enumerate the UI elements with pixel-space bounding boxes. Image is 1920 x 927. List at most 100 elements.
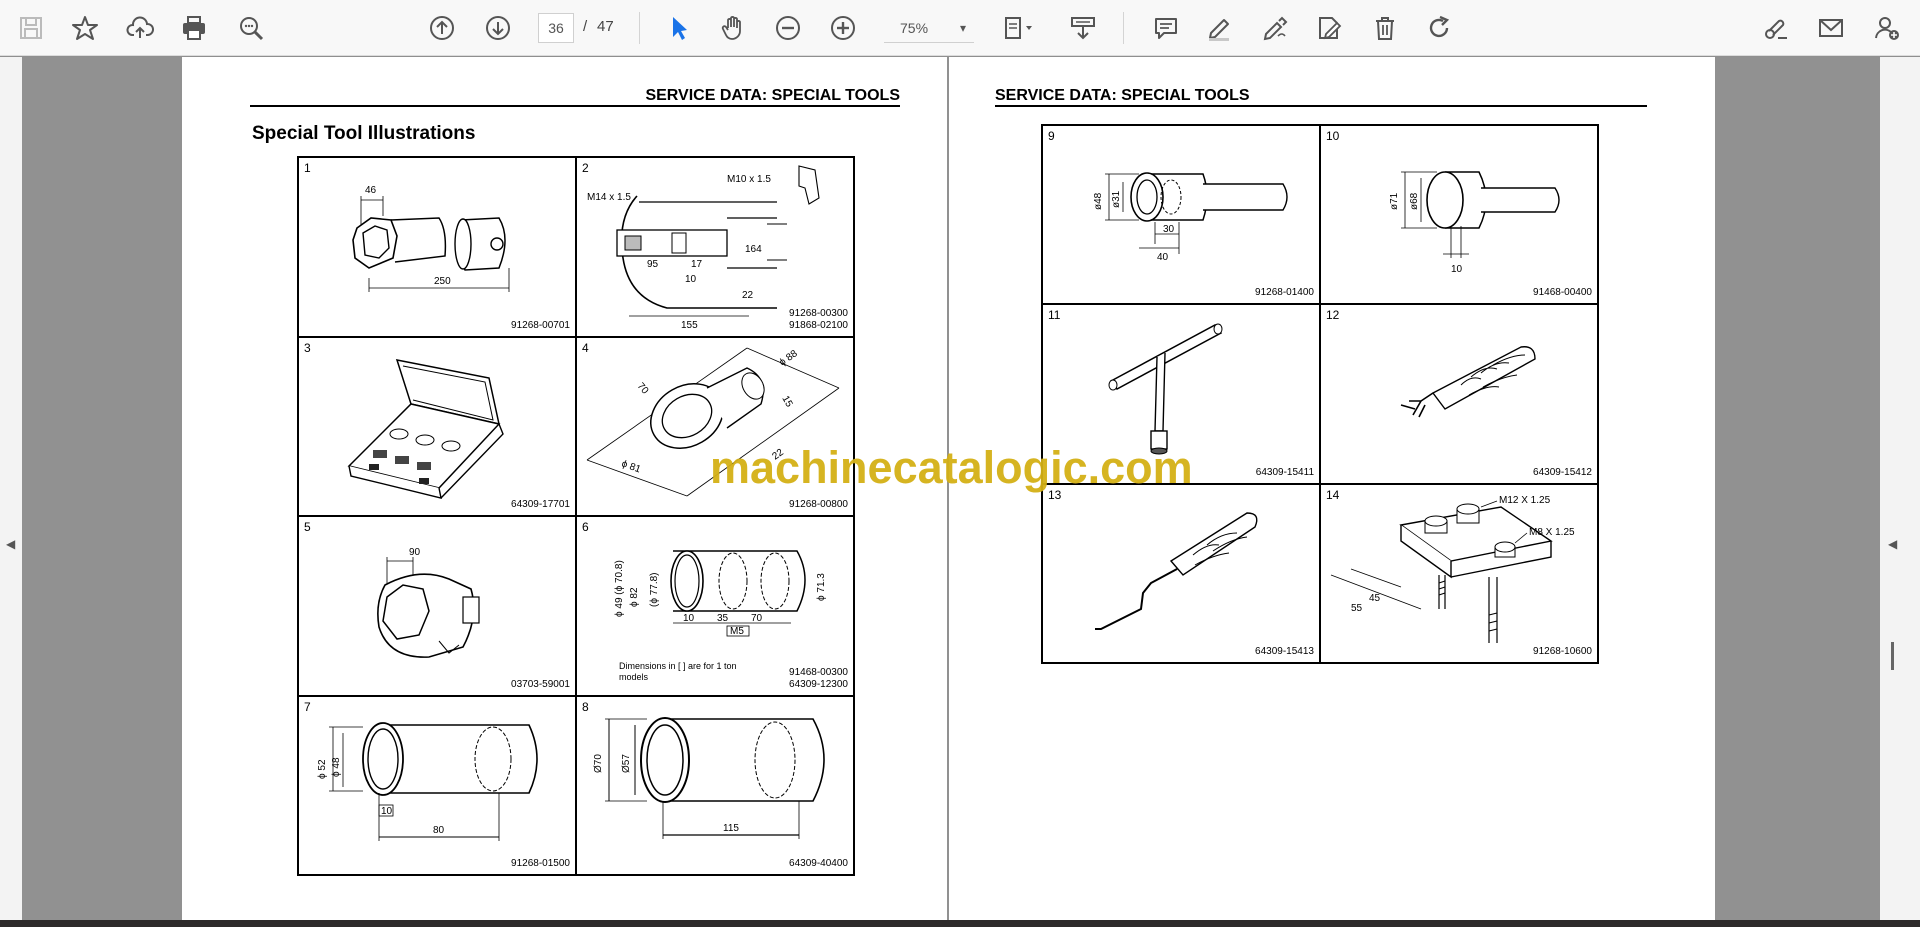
tool-drawing-bushing-driver: ø48 ø31 30 40	[1093, 172, 1288, 263]
dimension-label: 10	[381, 806, 393, 817]
part-number: 64309-15413	[1255, 645, 1314, 657]
dimension-label: 164	[745, 244, 762, 255]
dimension-label: 90	[409, 547, 421, 558]
draw-pen-icon[interactable]	[1255, 9, 1293, 47]
tool-cell: 3 64309-17701	[298, 336, 576, 516]
toolbar: 36 / 47 75% ▾	[0, 0, 1920, 56]
tool-drawing-holder-plate: M12 X 1.25 M8 X 1.25 45 55	[1330, 495, 1575, 643]
section-title: Special Tool Illustrations	[252, 123, 476, 144]
page-total: 47	[597, 18, 614, 35]
print-icon[interactable]	[175, 9, 213, 47]
upload-cloud-icon[interactable]	[121, 9, 159, 47]
dimension-label: 250	[434, 276, 451, 287]
highlight-pen-icon[interactable]	[1200, 9, 1238, 47]
dimension-label: ϕ 88	[777, 348, 800, 368]
scroll-mode-icon[interactable]	[1064, 9, 1102, 47]
dimension-label: M10 x 1.5	[727, 174, 771, 185]
save-icon[interactable]	[12, 9, 50, 47]
tool-cell: 9 ø48 ø31 30 40 91268-01400	[1042, 125, 1320, 305]
tool-cell: 13 64309-15413	[1042, 483, 1320, 663]
page-number-input[interactable]: 36	[538, 13, 574, 43]
tool-cell: 2 M10 x 1.5 M14 x 1.5 164 95 17 10 22 15…	[576, 157, 854, 337]
chevron-down-icon: ▾	[959, 21, 966, 35]
dimension-label: M14 x 1.5	[587, 192, 631, 203]
part-number: 91268-10600	[1533, 645, 1592, 657]
bottom-bar	[0, 920, 1920, 927]
tool-drawing-pick-tool	[1095, 511, 1258, 630]
redo-icon[interactable]	[1420, 9, 1458, 47]
toolbar-divider	[1123, 12, 1124, 44]
dimension-label: 45	[1369, 593, 1381, 604]
part-number: 03703-59001	[511, 678, 570, 690]
dimension-label: 115	[723, 823, 739, 834]
dimension-label: 70	[751, 613, 763, 624]
zoom-select[interactable]: 75% ▾	[884, 13, 974, 43]
scrollbar-thumb[interactable]	[1891, 642, 1894, 670]
dimension-label: ϕ 82	[629, 587, 640, 607]
part-number: 64309-15412	[1533, 466, 1592, 478]
dimension-label: 10	[1451, 264, 1463, 275]
dimension-label: 22	[742, 290, 754, 301]
part-number: 91268-01500	[511, 858, 570, 869]
dimension-label: ϕ 71.3	[816, 573, 827, 601]
dimension-label: 35	[717, 613, 729, 624]
dimension-label: ϕ 52	[317, 759, 328, 779]
dimension-label: 30	[1163, 224, 1175, 235]
expand-right-panel-icon[interactable]: ◀	[1888, 537, 1897, 551]
comment-icon[interactable]	[1147, 9, 1185, 47]
dimension-label: Ø70	[593, 753, 604, 772]
star-icon[interactable]	[66, 9, 104, 47]
page-header: SERVICE DATA: SPECIAL TOOLS	[645, 87, 900, 104]
tool-cell: 10 ø71 ø68 10 91468-00400	[1320, 125, 1598, 305]
page-fit-icon[interactable]	[996, 9, 1040, 47]
dimension-label: ø31	[1111, 190, 1122, 208]
link-sign-icon[interactable]	[1757, 9, 1795, 47]
dimension-label: 70	[635, 380, 651, 396]
right-panel-strip[interactable]: ◀	[1880, 57, 1920, 920]
dimension-label: ø71	[1389, 192, 1400, 210]
footnote: Dimensions in [ ] are for 1 ton models	[619, 660, 737, 682]
tool-cell: 5 90 03703-59001	[298, 516, 576, 696]
previous-page-icon[interactable]	[423, 9, 461, 47]
dimension-label: ø48	[1093, 192, 1104, 210]
fill-sign-icon[interactable]	[1310, 9, 1348, 47]
dimension-label: 55	[1351, 603, 1363, 614]
tool-grid-right: 9 ø48 ø31 30 40 91268-01400 10 ø71 ø68 1…	[1041, 124, 1599, 664]
zoom-in-icon[interactable]	[824, 9, 862, 47]
expand-left-panel-icon[interactable]: ◀	[6, 537, 15, 551]
dimension-label: 15	[779, 394, 794, 410]
dimension-label: 17	[691, 259, 703, 270]
hand-tool-icon[interactable]	[714, 9, 752, 47]
find-zoom-icon[interactable]	[232, 9, 270, 47]
dimension-label: (ϕ 77.8)	[649, 572, 660, 607]
next-page-icon[interactable]	[479, 9, 517, 47]
tool-drawing-hex-socket: 90	[377, 547, 480, 658]
dimension-label: Ø57	[621, 753, 632, 772]
dimension-label: 46	[365, 185, 377, 196]
tool-cell: 14 M12 X 1.25 M8 X 1.25 45 55 91268-1060…	[1320, 483, 1598, 663]
dimension-label: 10	[685, 274, 697, 285]
tool-cell: 12 64309-15412	[1320, 304, 1598, 484]
part-number: 91468-00400	[1533, 287, 1592, 299]
zoom-out-icon[interactable]	[769, 9, 807, 47]
delete-icon[interactable]	[1366, 9, 1404, 47]
tool-drawing-kit-case	[347, 358, 504, 499]
add-user-icon[interactable]	[1868, 9, 1906, 47]
dimension-label: ϕ 48	[331, 757, 342, 777]
dimension-label: 80	[433, 825, 445, 836]
tool-drawing-ring-installer: ϕ 52 ϕ 48 10 80	[317, 721, 538, 841]
select-tool-icon[interactable]	[660, 9, 698, 47]
mail-icon[interactable]	[1812, 9, 1850, 47]
zoom-value: 75%	[900, 19, 929, 36]
tool-cell: 1 46 250 91268-00701	[298, 157, 576, 337]
part-number: 91468-00300 64309-12300	[789, 666, 848, 690]
tool-drawing-bearing-installer: Ø70 Ø57 115	[593, 716, 825, 839]
dimension-label: ø68	[1409, 192, 1420, 210]
left-panel-strip[interactable]: ◀	[0, 57, 22, 920]
tool-drawing-seal-driver: ø71 ø68 10	[1389, 171, 1560, 275]
toolbar-divider	[639, 12, 640, 44]
dimension-label: ϕ 49 (ϕ 70.8)	[614, 560, 625, 617]
header-rule	[995, 105, 1647, 107]
dimension-label: 155	[681, 320, 698, 331]
page-separator: /	[583, 18, 588, 35]
